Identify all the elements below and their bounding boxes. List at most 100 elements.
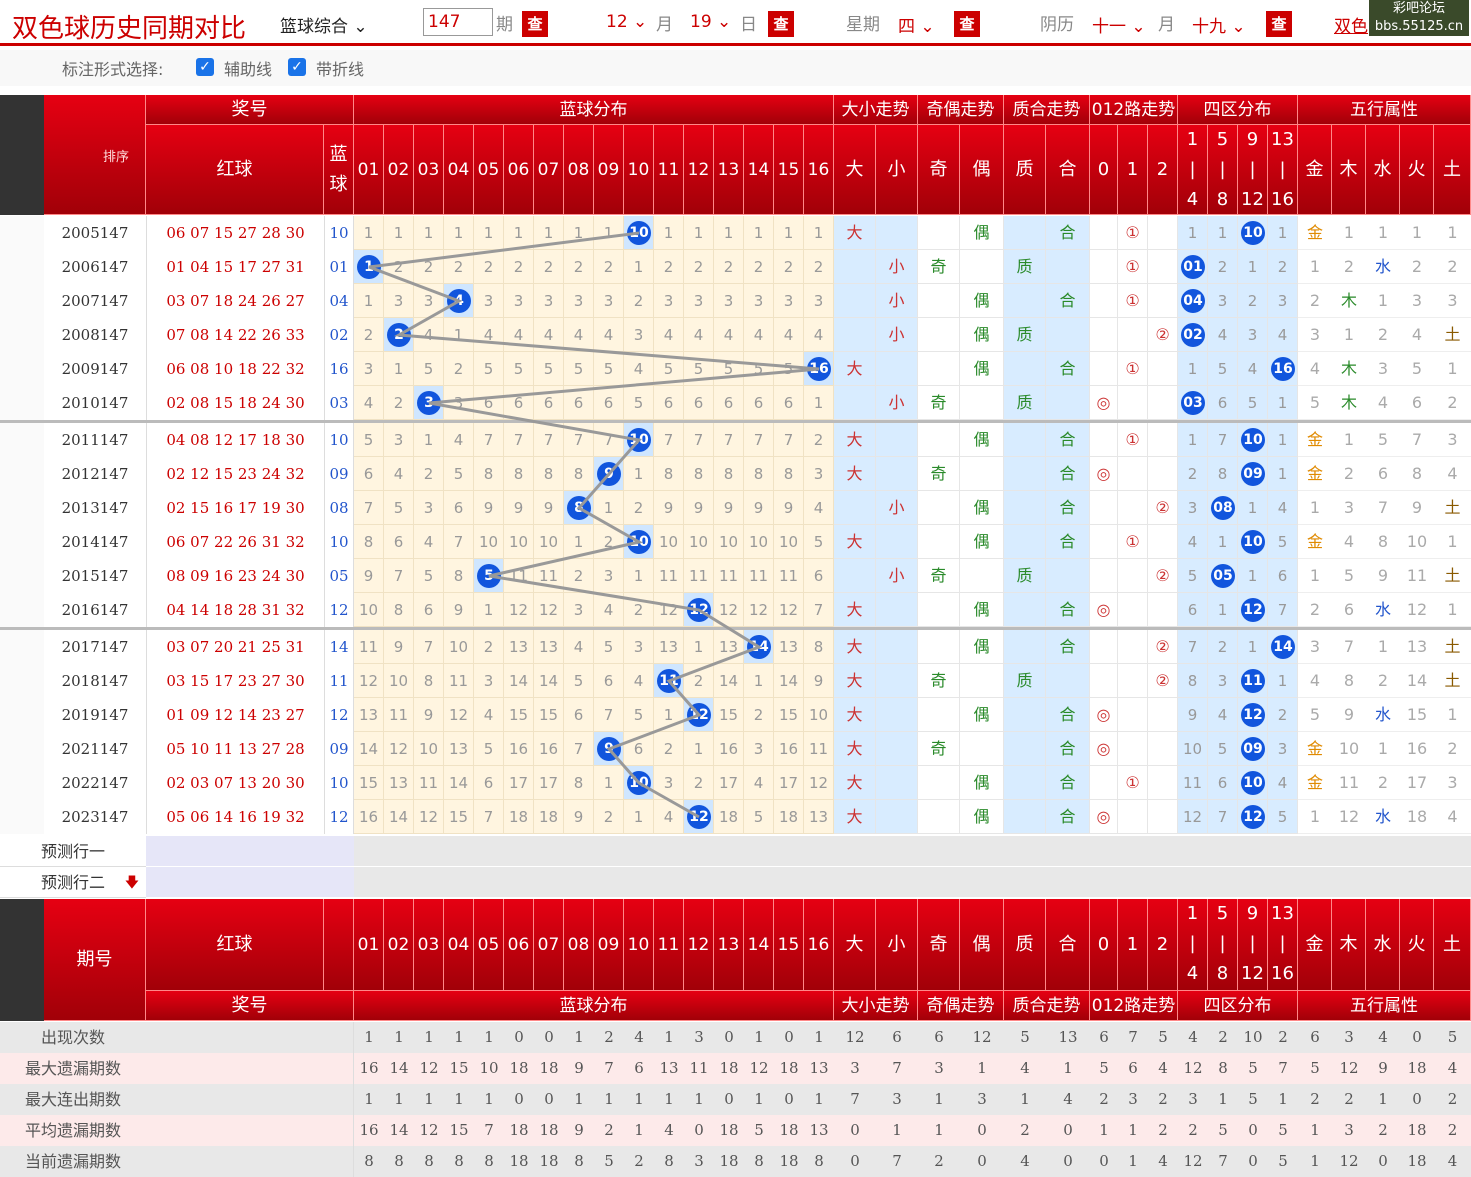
lunar-month-select[interactable]: 十一 ⌄ [1092,12,1146,37]
blue-dist-cell: 2 [594,800,624,834]
prime-cell [1046,318,1090,352]
sort-button[interactable]: 排序 [96,143,136,173]
parity-cell [918,423,960,457]
parity-cell [918,284,960,318]
prime-cell: 合 [1046,698,1090,732]
query-button-issue[interactable]: 查 [522,11,548,37]
blue-dist-cell: 3 [624,318,654,352]
stat-cell: 1 [624,1115,654,1146]
blue-dist-cell: 9 [744,491,774,525]
stat-cell: 4 [1004,1146,1046,1177]
size-cell [834,250,876,284]
route-cell [1090,423,1118,457]
stat-cell: 3 [960,1084,1004,1115]
blue-dist-cell: 1 [624,250,654,284]
parity-header: 奇 [918,899,960,991]
blue-dist-cell: 5 [414,559,444,593]
query-button-date[interactable]: 查 [768,11,794,37]
element-header: 土 [1434,125,1471,215]
zone-cell: 5 [1268,525,1298,559]
parity-header: 偶 [960,125,1004,215]
element-cell: 3 [1366,352,1400,386]
query-button-weekday[interactable]: 查 [954,11,980,37]
size-cell [876,698,918,732]
stat-cell: 1 [1268,1084,1298,1115]
zone-ball-marker: 16 [1271,357,1295,381]
blue-num-header: 06 [504,899,534,991]
stat-cell: 18 [534,1053,564,1084]
blue-dist-cell: 2 [414,457,444,491]
blue-dist-cell: 5 [714,352,744,386]
element-cell: 1 [1332,318,1366,352]
blue-dist-cell: 7 [354,491,384,525]
blue-dist-cell: 4 [804,491,834,525]
element-cell: 水 [1366,800,1400,834]
aux-line-checkbox[interactable]: ✓ [196,58,214,76]
fold-line-checkbox[interactable]: ✓ [288,58,306,76]
month-select[interactable]: 12 ⌄ [606,12,647,32]
weekday-select[interactable]: 四 ⌄ [898,12,935,37]
zone-ball-marker: 12 [1241,598,1265,622]
stat-cell: 1 [918,1084,960,1115]
blue-dist-cell: 7 [594,698,624,732]
aux-line-label: 辅助线 [224,60,273,79]
blue-dist-cell: 1 [774,216,804,250]
issue-cell: 2023147 [61,808,129,826]
stat-cell: 2 [1298,1084,1332,1115]
blue-dist-cell: 3 [564,593,594,627]
blue-dist-cell: 1 [684,732,714,766]
group-header: 大小走势 [834,95,918,125]
predict-input[interactable] [146,836,354,867]
parity-cell: 奇 [918,386,960,420]
stat-cell: 1 [444,1084,474,1115]
prime-cell [1004,525,1046,559]
stat-cell: 11 [684,1053,714,1084]
element-cell: 8 [1332,664,1366,698]
blue-dist-cell: 3 [564,284,594,318]
issue-input[interactable] [423,8,493,36]
zone-header: 1 | 4 [1178,899,1208,991]
stat-cell: 1 [594,1084,624,1115]
stat-cell: 5 [1268,1146,1298,1177]
blue-dist-cell: 5 [474,559,504,593]
mode-select[interactable]: 篮球综合 ⌄ [280,12,368,37]
stat-cell: 8 [354,1146,384,1177]
route-cell [1148,284,1178,318]
parity-cell: 奇 [918,250,960,284]
blue-dist-cell: 8 [564,491,594,525]
query-button-lunar[interactable]: 查 [1266,11,1292,37]
stat-cell: 10 [474,1053,504,1084]
row-avatar [0,559,44,593]
day-select[interactable]: 19 ⌄ [690,12,731,32]
blue-dist-cell: 2 [474,250,504,284]
blue-dist-cell: 5 [444,457,474,491]
blue-ball-cell: 02 [324,318,354,352]
lunar-day-select[interactable]: 十九 ⌄ [1192,12,1246,37]
element-cell: 1 [1434,525,1471,559]
predict-input[interactable] [146,867,354,898]
issue-cell: 2021147 [61,740,129,758]
blue-dist-cell: 6 [504,386,534,420]
zone-ball-marker: 10 [1241,221,1265,245]
stat-blank [146,1022,354,1053]
blue-dist-cell: 6 [474,386,504,420]
day-unit: 日 [740,15,757,35]
element-cell: 1 [1298,559,1332,593]
right-link[interactable]: 双色 [1334,12,1368,37]
stat-cell: 18 [714,1146,744,1177]
element-cell: 1 [1434,216,1471,250]
group-footer: 四区分布 [1178,991,1298,1021]
blue-dist-cell: 2 [744,250,774,284]
blue-dist-cell: 15 [714,698,744,732]
zone-cell: 8 [1208,457,1238,491]
blue-dist-cell: 13 [714,630,744,664]
blue-dist-cell: 7 [654,423,684,457]
blue-dist-cell: 10 [744,525,774,559]
blue-ball-marker: 16 [807,357,831,381]
predict-row-label[interactable]: 预测行一 [0,836,146,867]
stat-blank [146,1146,354,1177]
stat-cell: 5 [1208,1115,1238,1146]
blue-dist-cell: 6 [564,698,594,732]
blue-dist-cell: 4 [474,698,504,732]
blue-dist-cell: 6 [564,386,594,420]
